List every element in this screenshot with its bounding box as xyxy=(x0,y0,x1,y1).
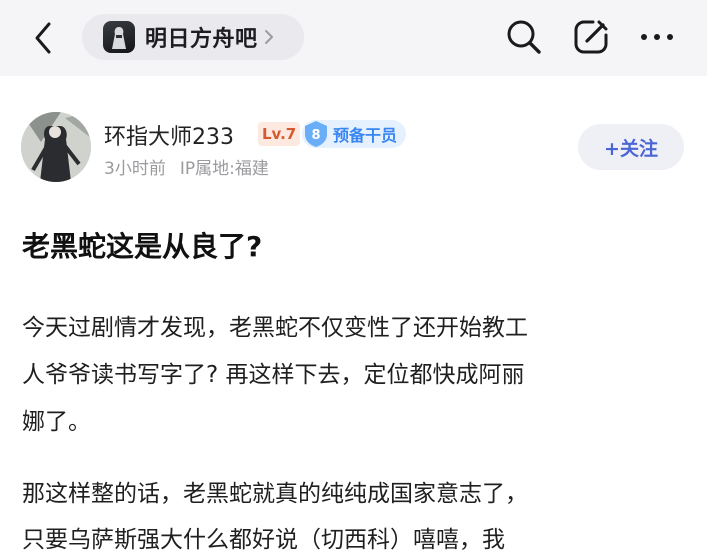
post-title: 老黑蛇这是从良了? xyxy=(22,230,263,263)
rank-number: 8 xyxy=(311,128,320,143)
edit-button[interactable] xyxy=(570,16,612,58)
level-badge: Lv.7 xyxy=(258,122,301,146)
post-body-line: 娜了。 xyxy=(22,409,91,435)
post-body-line: 那这样整的话，老黑蛇就真的纯纯成国家意志了， xyxy=(22,481,528,507)
rank-title: 预备干员 xyxy=(333,126,398,145)
more-icon xyxy=(641,34,673,40)
back-icon xyxy=(35,22,51,54)
forum-link[interactable]: 明日方舟吧 xyxy=(82,14,304,60)
post-body-line: 人爷爷读书写字了? 再这样下去，定位都快成阿丽 xyxy=(22,362,525,388)
author-name[interactable]: 环指大师233 xyxy=(104,119,234,151)
forum-logo-icon xyxy=(103,21,135,53)
post-meta: 3小时前 IP属地:福建 xyxy=(104,154,269,179)
search-icon xyxy=(507,20,541,54)
edit-icon xyxy=(574,20,608,54)
author-avatar[interactable] xyxy=(21,112,91,182)
post-body-line: 今天过剧情才发现，老黑蛇不仅变性了还开始教工 xyxy=(22,315,528,341)
chevron-right-icon xyxy=(264,29,274,45)
post-time: 3小时前 xyxy=(104,159,166,179)
top-navigation-bar: 明日方舟吧 xyxy=(0,0,707,76)
rank-badge: 8 预备干员 xyxy=(302,120,406,148)
search-button[interactable] xyxy=(503,16,545,58)
post-body-line: 只要乌萨斯强大什么都好说（切西科）嘻嘻，我 xyxy=(22,527,505,553)
rank-shield-icon: 8 xyxy=(303,120,329,148)
ip-location: IP属地:福建 xyxy=(179,159,269,179)
back-button[interactable] xyxy=(26,18,60,58)
follow-button[interactable]: +关注 xyxy=(578,124,684,170)
more-options-button[interactable] xyxy=(636,16,678,58)
forum-name: 明日方舟吧 xyxy=(145,27,258,52)
